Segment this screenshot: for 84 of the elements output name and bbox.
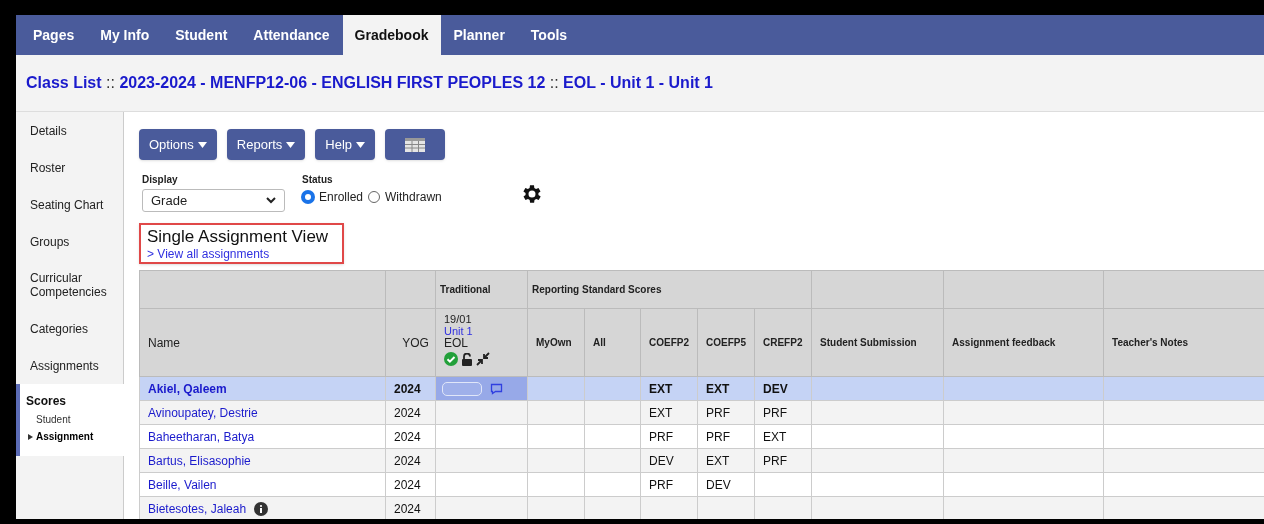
score-cell: EXT — [640, 400, 698, 425]
menu-button[interactable]: Reports — [226, 129, 306, 160]
table-row[interactable]: Bietesotes, Jaleah 2024 — [139, 496, 1264, 519]
display-select[interactable]: Grade — [142, 189, 285, 212]
column-header[interactable]: MyOwn — [527, 308, 585, 377]
sidebar-subitem[interactable]: Student — [26, 412, 124, 427]
page-title: Class List :: 2023-2024 - MENFP12-06 - ENGLISH FIRST PEOPLES 12 :: EOL - Unit 1 - Unit 1 — [26, 73, 713, 93]
table-row[interactable]: Bartus, Elisasophie 2024 DEV EXT PRF — [139, 448, 1264, 473]
table-cell: 2024 — [385, 400, 436, 425]
table-cell: 2024 — [385, 376, 436, 401]
comment-icon[interactable] — [490, 382, 503, 395]
column-header[interactable]: Student Submission — [811, 308, 944, 377]
radio-label: Enrolled — [319, 189, 364, 206]
triangle-pointer-icon — [28, 433, 33, 440]
table-row[interactable]: Baheetharan, Batya 2024 PRF PRF EXT — [139, 424, 1264, 449]
score-cell: PRF — [640, 472, 698, 497]
caret-icon — [197, 141, 207, 148]
sidebar-item[interactable]: Seating Chart — [16, 186, 123, 223]
menu-button[interactable]: Options — [139, 129, 217, 160]
column-header[interactable]: COEFP2 — [640, 308, 698, 377]
radio-button[interactable] — [302, 191, 314, 203]
sidebar-item[interactable]: Assignments — [16, 347, 123, 384]
caret-icon — [286, 141, 296, 148]
table-cell: 2024 — [385, 448, 436, 473]
nav-tab[interactable]: Gradebook — [342, 15, 441, 55]
group-header: Traditional — [435, 270, 528, 309]
score-cell: EXT — [640, 376, 698, 401]
column-header[interactable]: COEFP5 — [697, 308, 755, 377]
score-cell: EXT — [697, 448, 755, 473]
score-cell: PRF — [697, 400, 755, 425]
score-cell: EXT — [697, 376, 755, 401]
nav-tab[interactable]: Tools — [517, 15, 581, 55]
nav-tab[interactable]: Attendance — [240, 15, 343, 55]
table-row[interactable]: Akiel, Qaleem 2024 EXT EXT DEV — [139, 376, 1264, 401]
sidebar-item[interactable]: Scores — [26, 392, 124, 410]
score-cell: EXT — [754, 424, 812, 449]
table-row[interactable]: Beille, Vailen 2024 PRF DEV — [139, 472, 1264, 497]
unlocked-padlock-icon[interactable] — [461, 352, 473, 366]
grade-input-field[interactable] — [442, 381, 482, 396]
collapse-arrows-icon[interactable] — [476, 352, 490, 366]
nav-tab[interactable]: My Info — [87, 15, 163, 55]
view-all-assignments-link[interactable]: > View all assignments — [147, 247, 336, 261]
caret-icon — [356, 141, 366, 148]
chevron-down-icon — [266, 197, 276, 204]
group-header: Reporting Standard Scores — [527, 270, 812, 309]
nav-tab[interactable]: Pages — [20, 15, 88, 55]
nav-tab[interactable]: Planner — [440, 15, 518, 55]
status-label: Status — [302, 173, 334, 187]
nav-tab[interactable]: Student — [162, 15, 241, 55]
column-header[interactable]: CREFP2 — [754, 308, 812, 377]
score-cell: DEV — [754, 376, 812, 401]
score-cell: DEV — [697, 472, 755, 497]
assignment-link[interactable]: Unit 1 — [444, 325, 519, 337]
column-header[interactable]: Teacher's Notes — [1103, 308, 1264, 377]
grid-view-button[interactable] — [385, 129, 446, 160]
sidebar-item[interactable]: Groups — [16, 223, 123, 260]
score-cell: PRF — [697, 424, 755, 449]
table-row[interactable]: Avinoupatey, Destrie 2024 EXT PRF PRF — [139, 400, 1264, 425]
assignment-category: EOL — [444, 337, 469, 349]
radio-label: Withdrawn — [385, 189, 442, 206]
column-header[interactable]: All — [584, 308, 641, 377]
menu-button[interactable]: Help — [315, 129, 376, 160]
info-icon[interactable] — [254, 501, 269, 516]
column-header[interactable]: Assignment feedback — [943, 308, 1104, 377]
radio-button[interactable] — [368, 191, 381, 203]
sidebar-subitem[interactable]: Assignment — [26, 429, 124, 444]
header-cell — [385, 270, 436, 309]
table-cell: 2024 — [385, 424, 436, 449]
display-label: Display — [142, 173, 179, 187]
column-header[interactable]: Name — [139, 308, 386, 377]
score-cell: DEV — [640, 448, 698, 473]
score-cell: PRF — [640, 424, 698, 449]
table-icon — [405, 137, 426, 152]
check-circle-icon[interactable] — [444, 352, 458, 366]
assignment-date: 19/01 — [444, 313, 473, 325]
view-title: Single Assignment View — [147, 227, 330, 247]
score-cell: PRF — [754, 448, 812, 473]
sidebar-item[interactable]: Details — [16, 112, 123, 149]
table-cell: 2024 — [385, 472, 436, 497]
sidebar-item[interactable]: Roster — [16, 149, 123, 186]
score-cell: PRF — [754, 400, 812, 425]
column-header[interactable]: YOG — [385, 308, 436, 377]
sidebar-item[interactable]: Curricular Competencies — [16, 260, 123, 310]
sidebar-item[interactable]: Categories — [16, 310, 123, 347]
